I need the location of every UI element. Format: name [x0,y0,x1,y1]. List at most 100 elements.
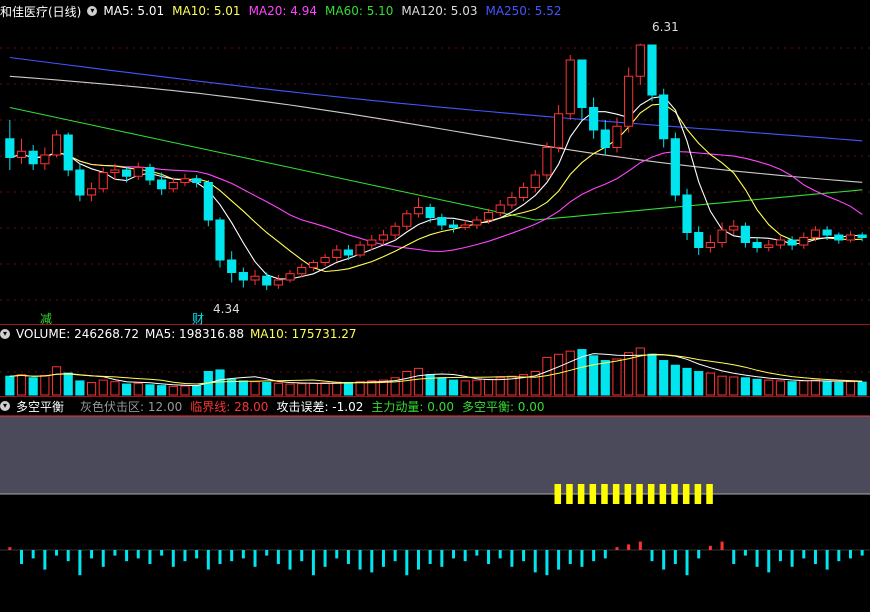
balance-bar [405,550,409,576]
balance-bar [78,550,82,576]
balance-bar [498,550,502,559]
balance-bar [265,550,269,556]
balance-bar [767,550,771,573]
indicator-items: 灰色伏击区: 12.00 临界线: 28.00 攻击误差: -1.02 主力动量: 0… [80,398,545,415]
balance-bar [31,550,35,559]
candle-up [460,224,470,228]
volume-bar [682,367,692,396]
balance-bar [452,550,456,559]
volume-bar [460,380,470,396]
indicator-legend-item: 多空平衡: 0.00 [461,399,545,414]
candle-up [40,154,50,165]
volume-bar [822,380,832,396]
candle-down [600,129,610,148]
candle-down [157,179,167,190]
stock-name: 和佳医疗(日线) [0,4,82,19]
chevron-down-icon[interactable]: ▾ [87,6,98,16]
balance-bar [253,550,257,567]
volume-bar [810,379,821,396]
balance-bar [580,550,584,567]
volume-bar [589,355,599,396]
volume-bar [192,385,202,396]
candle-down [262,275,272,286]
balance-bar [638,541,642,550]
balance-bar [55,550,59,556]
ma-legend-item: MA250: 5.52 [485,4,562,18]
volume-bar [273,382,283,396]
balance-bar [708,545,712,550]
volume-bar [647,353,657,396]
chevron-down-icon[interactable]: ▾ [0,401,10,411]
candle-up [16,150,27,158]
momentum-bar [566,484,573,504]
candle-down [145,167,155,181]
balance-bar [160,550,164,556]
candle-down [437,217,447,226]
chart-canvas[interactable] [0,0,870,612]
balance-bar [358,550,362,570]
candle-down [857,234,867,238]
momentum-bar [694,484,702,504]
balance-bar [615,547,619,550]
candle-down [448,224,459,228]
balance-bar [592,550,596,562]
volume-bar [554,353,564,396]
balance-bar [510,550,514,567]
momentum-bar [601,484,608,504]
candle-down [834,234,844,241]
candle-down [28,150,38,165]
momentum-bar [577,484,585,504]
indicator-name[interactable]: 多空平衡 [16,398,64,415]
indicator-legend-item: 主力动量: 0.00 [371,399,454,414]
volume-bar [145,384,155,396]
balance-bar [370,550,374,573]
balance-bar [685,550,689,576]
balance-bar [183,550,187,562]
balance-bar [8,547,12,550]
candle-down [122,169,132,177]
volume-bar [740,377,750,396]
volume-bar [5,375,15,396]
high-price-label: 6.31 [652,20,679,34]
volume-bar [343,381,354,396]
candle-up [297,267,307,275]
balance-bar [860,550,864,556]
volume-bar [250,381,260,396]
indicator-legend-item: 临界线: 28.00 [190,399,269,414]
candle-up [413,207,424,215]
candle-up [775,239,786,246]
candle-down [589,107,599,131]
candle-up [285,273,295,281]
candle-down [192,178,202,183]
candle-down [343,249,354,256]
candle-up [810,229,821,238]
balance-bar [790,550,794,567]
volume-bar [332,381,342,396]
balance-bar [288,550,292,570]
balance-bar [463,550,467,562]
volume-bar [612,358,622,396]
balance-bar [533,550,537,573]
chevron-down-icon[interactable]: ▾ [0,329,10,339]
ma-legend-item: MA5: 5.01 [103,4,165,18]
volume-bar [285,383,295,396]
volume-bar [355,381,365,396]
candle-up [250,275,260,281]
volume-bar [565,350,575,396]
volume-bar [857,381,867,396]
candle-down [63,134,73,171]
candle-up [530,174,540,188]
candle-up [799,237,809,246]
candle-up [402,213,412,227]
balance-bar [732,550,736,564]
candle-down [682,194,692,233]
candle-up [133,167,143,177]
balance-bar [300,550,304,562]
candle-up [705,242,715,248]
volume-bar [262,381,272,396]
balance-bar [66,550,70,562]
balance-bar [475,550,479,556]
candle-up [483,212,494,221]
candle-up [729,225,739,231]
momentum-bar [589,484,597,504]
